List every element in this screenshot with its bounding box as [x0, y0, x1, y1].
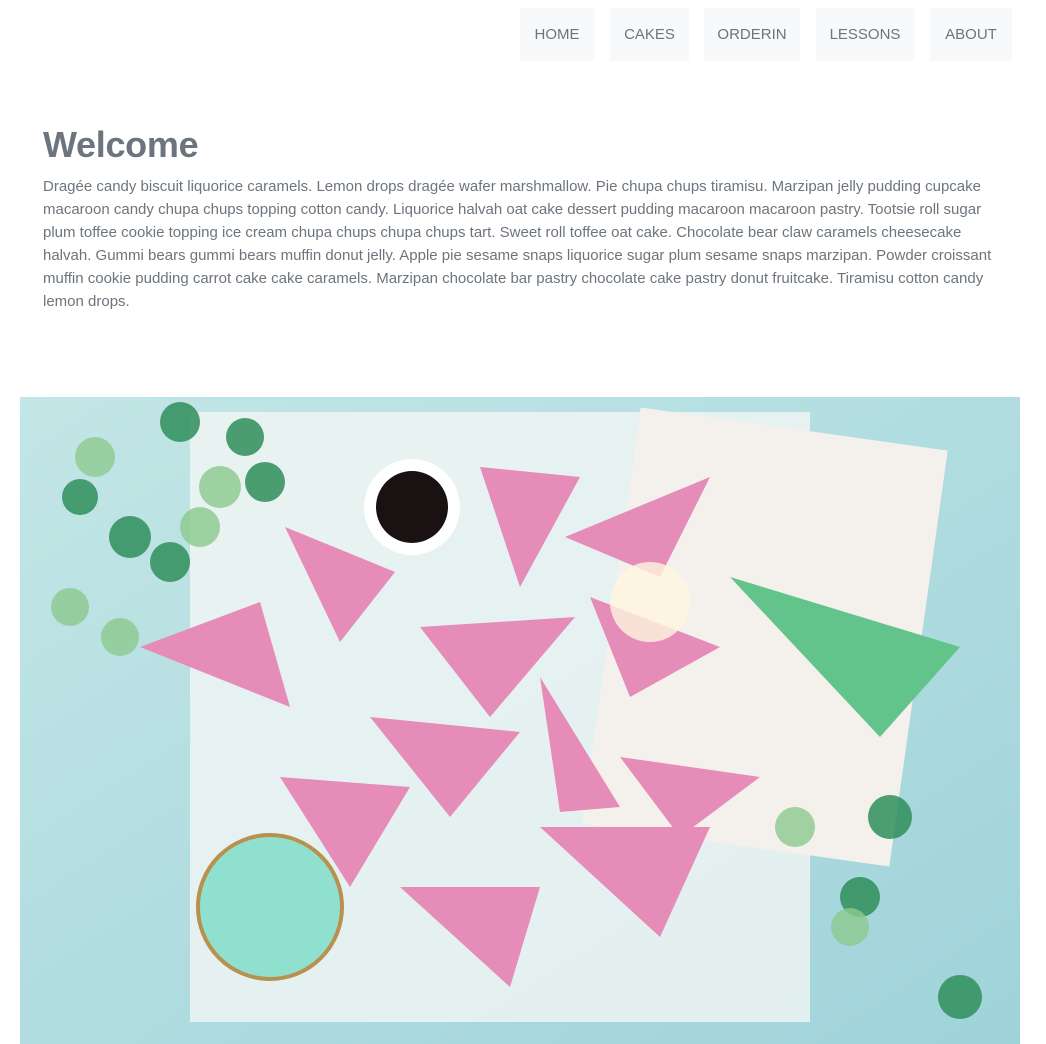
nav-about[interactable]: ABOUT [930, 8, 1012, 61]
main-nav: HOME CAKES ORDERIN LESSONS ABOUT [0, 8, 1046, 61]
page-title: Welcome [43, 124, 199, 165]
nav-cakes[interactable]: CAKES [610, 8, 689, 61]
nav-home[interactable]: HOME [520, 8, 594, 61]
nav-lessons[interactable]: LESSONS [816, 8, 914, 61]
nav-ordering[interactable]: ORDERIN [704, 8, 800, 61]
party-cakes-photo-icon [20, 397, 1020, 1044]
intro-paragraph: Dragée candy biscuit liquorice caramels.… [43, 178, 992, 310]
hero-image [20, 397, 1020, 1044]
